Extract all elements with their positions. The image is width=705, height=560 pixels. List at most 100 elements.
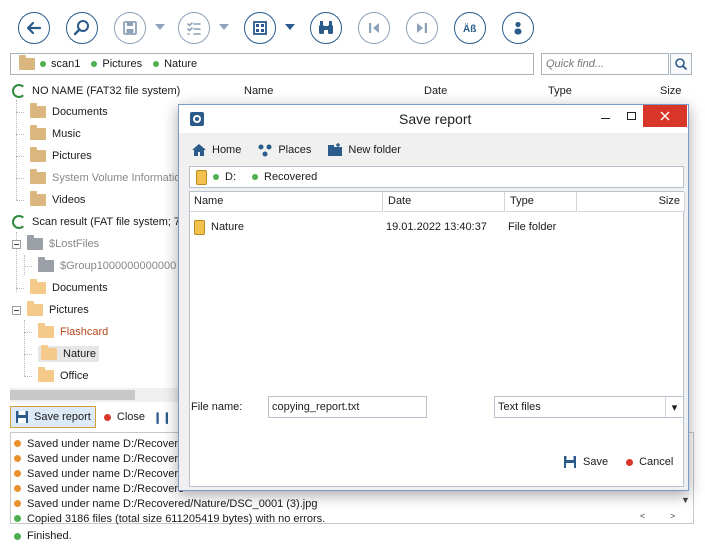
folder-icon xyxy=(30,103,46,118)
checklist-icon[interactable] xyxy=(178,12,210,44)
collapse-icon[interactable] xyxy=(12,239,21,249)
scrollbar-thumb[interactable] xyxy=(10,390,135,400)
column-date[interactable]: Date xyxy=(384,192,505,212)
status-dot-icon xyxy=(213,174,219,180)
breadcrumb[interactable]: scan1 Pictures Nature xyxy=(10,53,534,75)
tree-item-pictures[interactable]: Pictures xyxy=(16,146,92,166)
breadcrumb-item[interactable]: Nature xyxy=(153,58,197,70)
breadcrumb-item[interactable]: scan1 xyxy=(40,58,80,70)
warning-dot-icon xyxy=(14,485,21,492)
file-name-input[interactable] xyxy=(268,396,427,418)
dialog-titlebar[interactable]: Save report xyxy=(179,105,688,133)
previous-icon[interactable] xyxy=(358,12,390,44)
folder-icon xyxy=(30,169,46,184)
scroll-left-icon[interactable]: < xyxy=(640,511,645,521)
folder-icon xyxy=(38,257,54,272)
close-log-button[interactable]: Close xyxy=(103,411,145,423)
chevron-down-icon[interactable]: ▾ xyxy=(665,397,683,417)
column-type[interactable]: Type xyxy=(506,192,577,212)
quick-find-input[interactable] xyxy=(541,53,669,75)
dialog-breadcrumb[interactable]: D: Recovered xyxy=(189,166,684,188)
folder-icon xyxy=(19,55,35,70)
table-row[interactable]: Nature 19.01.2022 13:40:37 File folder xyxy=(194,218,674,236)
view-grid-icon[interactable] xyxy=(244,12,276,44)
folder-tree: NO NAME (FAT32 file system) Documents Mu… xyxy=(10,80,185,385)
case-aa-icon[interactable]: Äß xyxy=(454,12,486,44)
status-dot-icon xyxy=(91,61,98,67)
success-dot-icon xyxy=(14,532,21,540)
tree-item-scan-result[interactable]: Scan result (FAT file system; 7 xyxy=(12,212,180,232)
column-type[interactable]: Type xyxy=(548,85,572,97)
tree-horizontal-scrollbar[interactable] xyxy=(10,388,185,402)
save-button[interactable]: Save xyxy=(563,455,608,469)
folder-icon xyxy=(30,147,46,162)
app-icon xyxy=(190,112,204,126)
cancel-button[interactable]: Cancel xyxy=(626,455,673,469)
column-name[interactable]: Name xyxy=(190,192,383,212)
settings-icon[interactable] xyxy=(502,12,534,44)
save-report-button[interactable]: Save report xyxy=(10,406,96,428)
next-icon[interactable] xyxy=(406,12,438,44)
save-dropdown-icon[interactable] xyxy=(155,24,165,30)
log-summary: Copied 3186 files (total size 611205419 … xyxy=(14,511,325,526)
column-size[interactable]: Size xyxy=(578,192,685,212)
tree-item-system-volume[interactable]: System Volume Information xyxy=(16,168,185,188)
breadcrumb-item[interactable]: Pictures xyxy=(91,58,142,70)
file-type-select[interactable]: Text files ▾ xyxy=(494,396,684,418)
tree-item-lostfiles[interactable]: $LostFiles xyxy=(12,234,99,254)
tree-item-office[interactable]: Office xyxy=(24,366,89,385)
column-size[interactable]: Size xyxy=(660,85,681,97)
column-date[interactable]: Date xyxy=(424,85,447,97)
tree-item-music[interactable]: Music xyxy=(16,124,81,144)
status-bar: Finished. xyxy=(14,530,72,542)
search-icon[interactable] xyxy=(670,53,692,75)
file-name-label: File name: xyxy=(191,401,243,413)
pause-icon[interactable]: ❙❙ xyxy=(153,411,171,424)
log-row: Saved under name D:/Recovere xyxy=(14,436,184,451)
folder-icon xyxy=(30,279,46,294)
search-disk-icon[interactable] xyxy=(66,12,98,44)
folder-icon xyxy=(38,323,54,338)
back-arrow-icon[interactable] xyxy=(18,12,50,44)
close-dot-icon xyxy=(103,413,111,421)
new-folder-icon xyxy=(328,143,343,156)
warning-dot-icon xyxy=(14,440,21,447)
folder-icon xyxy=(27,235,43,250)
scroll-right-icon[interactable]: > xyxy=(670,511,675,521)
dialog-title: Save report xyxy=(399,111,472,127)
binoculars-icon[interactable] xyxy=(310,12,342,44)
tree-item-videos[interactable]: Videos xyxy=(16,190,85,210)
column-name[interactable]: Name xyxy=(244,85,273,97)
status-dot-icon xyxy=(40,61,46,67)
status-dot-icon xyxy=(252,174,258,180)
checklist-dropdown-icon[interactable] xyxy=(219,24,229,30)
warning-dot-icon xyxy=(14,455,21,462)
tree-item-group[interactable]: $Group1000000000000 xyxy=(24,256,176,276)
collapse-icon[interactable] xyxy=(12,305,21,315)
view-dropdown-icon[interactable] xyxy=(285,24,295,30)
places-icon xyxy=(258,144,272,157)
tree-item-flashcard[interactable]: Flashcard xyxy=(24,322,108,342)
tree-item-nature-selected: Nature xyxy=(38,345,100,362)
tree-item-documents[interactable]: Documents xyxy=(16,102,108,122)
new-folder-button[interactable]: New folder xyxy=(327,143,401,157)
success-dot-icon xyxy=(14,515,21,522)
tree-item-documents-scan[interactable]: Documents xyxy=(16,278,108,298)
main-toolbar: Äß xyxy=(0,0,705,52)
folder-icon xyxy=(30,191,46,206)
file-list-header: Name Date Type Size xyxy=(236,82,694,102)
dialog-file-list: Name Date Type Size Nature 19.01.2022 13… xyxy=(189,191,685,487)
status-dot-icon xyxy=(153,61,160,67)
home-button[interactable]: Home xyxy=(191,143,241,157)
save-report-dialog: Save report Home Places New folder D: Re… xyxy=(178,104,689,491)
tree-item-pictures-scan[interactable]: Pictures xyxy=(12,300,89,320)
log-row: Saved under name D:/Recovere xyxy=(14,451,184,466)
tree-item-disk[interactable]: NO NAME (FAT32 file system) xyxy=(12,81,180,101)
tree-item-nature[interactable]: Nature xyxy=(24,344,100,364)
close-icon[interactable] xyxy=(643,105,687,127)
breadcrumb-item[interactable]: Recovered xyxy=(264,171,317,183)
scroll-down-icon[interactable]: ▼ xyxy=(681,495,690,505)
breadcrumb-item[interactable]: D: xyxy=(225,171,236,183)
save-icon[interactable] xyxy=(114,12,146,44)
places-button[interactable]: Places xyxy=(257,143,311,157)
